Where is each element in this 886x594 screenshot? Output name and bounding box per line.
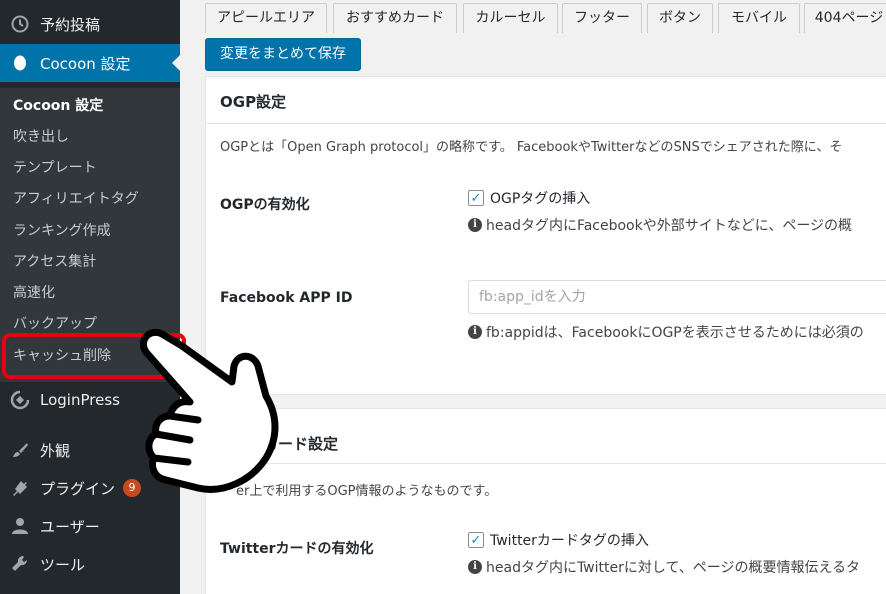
twitter-enable-label: Twitterカードの有効化 [220,541,374,557]
tab-appeal-area[interactable]: アピールエリア [205,3,327,33]
info-text: headタグ内にFacebookや外部サイトなどに、ページの概 [486,218,853,234]
facebook-app-id-label: Facebook APP ID [220,290,353,306]
checkbox-label: OGPタグの挿入 [490,191,591,207]
clock-icon [10,14,30,34]
submenu-template[interactable]: テンプレート [13,156,97,180]
facebook-app-id-info: i fb:appidは、FacebookにOGPを表示させるためには必須の [468,322,864,342]
menu-users[interactable]: ユーザー [0,507,180,545]
facebook-app-id-input[interactable] [468,280,886,314]
info-icon: i [468,325,482,339]
submenu-affiliate-tag[interactable]: アフィリエイトタグ [13,187,139,211]
tab-carousel[interactable]: カルーセル [463,3,558,33]
twitter-card-settings-panel: カード設定 er上で利用するOGP情報のようなものです。 Twitterカードの… [205,408,886,594]
checkbox-label: Twitterカードタグの挿入 [490,533,649,549]
ogp-enable-label: OGPの有効化 [220,197,310,213]
wrench-icon [10,554,30,574]
menu-label: ユーザー [40,517,100,536]
submenu-speed-up[interactable]: 高速化 [13,281,55,305]
menu-label: プラグイン [40,479,116,498]
user-icon [10,516,30,536]
save-all-button[interactable]: 変更をまとめて保存 [205,38,361,71]
tab-button[interactable]: ボタン [647,3,713,33]
plugin-icon [10,478,30,498]
info-icon: i [468,560,482,574]
ogp-enable-info: i headタグ内にFacebookや外部サイトなどに、ページの概 [468,215,852,235]
current-menu-arrow [172,55,180,71]
ogp-panel-title: OGP設定 [220,93,287,111]
menu-label: ツール [40,555,86,574]
tab-footer[interactable]: フッター [562,3,642,33]
menu-label: Cocoon 設定 [40,54,131,73]
info-text: fb:appidは、FacebookにOGPを表示させるためには必須の [486,325,864,341]
twitter-enable-info: i headタグ内にTwitterに対して、ページの概要情報伝えるタ [468,557,860,577]
submenu-access-stats[interactable]: アクセス集計 [13,250,96,274]
submenu-cocoon-settings[interactable]: Cocoon 設定 [13,94,103,118]
panel-divider [206,123,886,124]
tab-404-page[interactable]: 404ページ [804,3,886,33]
panel-divider [206,463,886,464]
twitter-enable-checkbox-row[interactable]: ✓ Twitterカードタグの挿入 [468,530,649,550]
loginpress-icon [10,390,30,410]
ogp-enable-checkbox-row[interactable]: ✓ OGPタグの挿入 [468,188,590,208]
tab-mobile[interactable]: モバイル [718,3,800,33]
info-icon: i [468,218,482,232]
cocoon-icon [10,53,30,73]
menu-label: LoginPress [40,391,120,409]
submenu-ranking[interactable]: ランキング作成 [13,219,111,243]
menu-cocoon-settings[interactable]: Cocoon 設定 [0,44,180,82]
menu-label: 予約投稿 [40,15,101,34]
menu-label: 外観 [40,441,71,460]
ogp-settings-panel: OGP設定 OGPとは「Open Graph protocol」の略称です。 F… [205,76,886,395]
ogp-enable-checkbox[interactable]: ✓ [468,190,484,206]
twitter-enable-checkbox[interactable]: ✓ [468,532,484,548]
ogp-description: OGPとは「Open Graph protocol」の略称です。 Faceboo… [220,140,843,155]
pointing-hand-icon [139,329,279,493]
brush-icon [10,440,30,460]
menu-tools[interactable]: ツール [0,545,180,583]
info-text: headタグ内にTwitterに対して、ページの概要情報伝えるタ [486,560,861,576]
submenu-speech-balloon[interactable]: 吹き出し [13,125,69,149]
tab-recommended-cards[interactable]: おすすめカード [333,3,457,33]
menu-scheduled-posts[interactable]: 予約投稿 [0,5,180,43]
